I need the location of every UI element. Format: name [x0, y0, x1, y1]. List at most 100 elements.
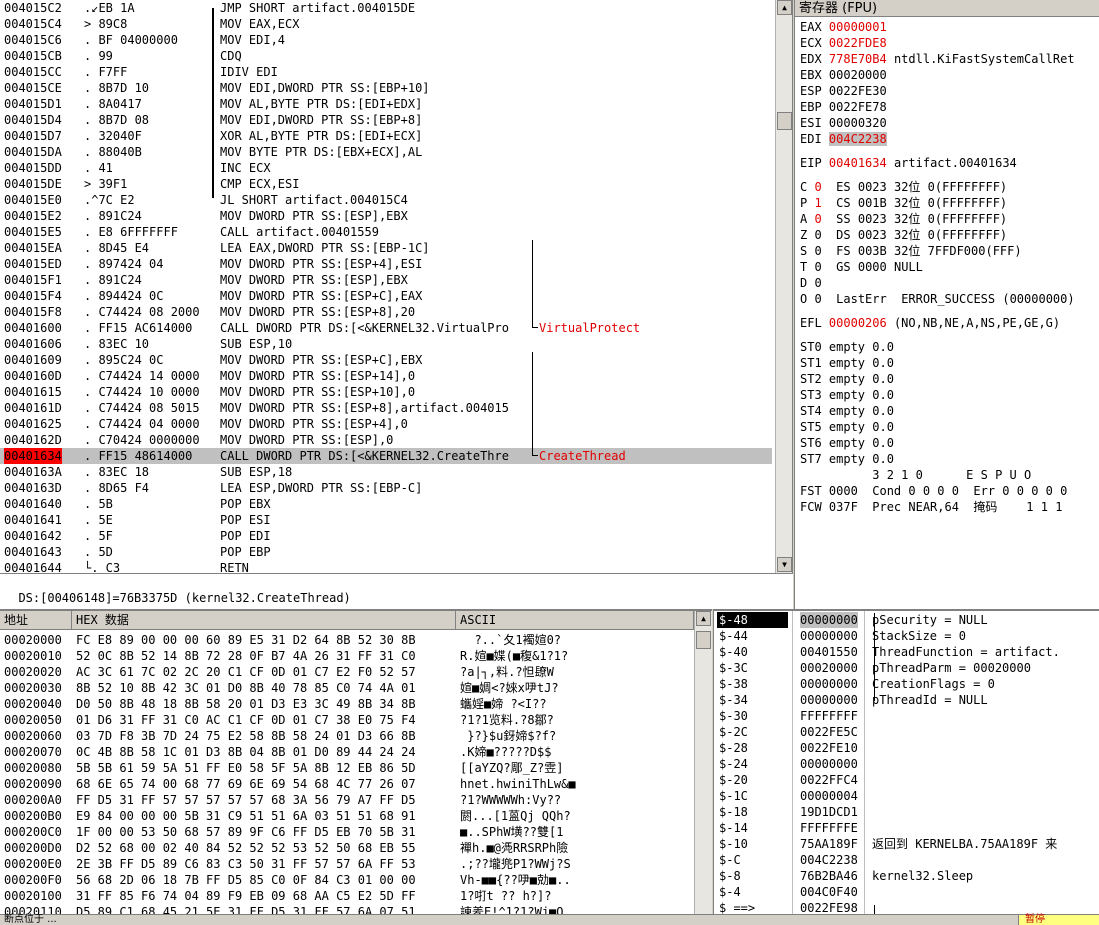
fpu-register-st0[interactable]: ST0 empty 0.0 [800, 339, 894, 355]
disasm-row[interactable]: 004015F4 . 894424 0C MOV DWORD PTR SS:[ESP… [0, 288, 772, 304]
fpu-control-word[interactable]: FCW 037F Prec NEAR,64 掩码 1 1 1 [800, 499, 1062, 515]
disasm-row[interactable]: 00401640 . 5B POP EBX [0, 496, 772, 512]
flag-segment-row[interactable]: S 0 FS 003B 32位 7FFDF000(FFF) [800, 243, 1022, 259]
stack-row[interactable]: $-18 19D1DCD1 [714, 804, 1099, 820]
scroll-thumb[interactable] [696, 631, 711, 649]
stack-row[interactable]: $-30 FFFFFFFF [714, 708, 1099, 724]
stack-row[interactable]: $-1C 00000004 [714, 788, 1099, 804]
disasm-row[interactable]: 004015CE . 8B7D 10 MOV EDI,DWORD PTR SS:[E… [0, 80, 772, 96]
fpu-register-st2[interactable]: ST2 empty 0.0 [800, 371, 894, 387]
fpu-register-st4[interactable]: ST4 empty 0.0 [800, 403, 894, 419]
fpu-register-st7[interactable]: ST7 empty 0.0 [800, 451, 894, 467]
stack-row[interactable]: $-10 75AA189F 返回到 KERNELBA.75AA189F 来 [714, 836, 1099, 852]
disasm-row[interactable]: 004015ED . 897424 04 MOV DWORD PTR SS:[ESP… [0, 256, 772, 272]
scroll-down-icon[interactable]: ▼ [777, 557, 792, 572]
stack-row[interactable]: $-14 FFFFFFFE [714, 820, 1099, 836]
stack-row[interactable]: $-C 004C2238 [714, 852, 1099, 868]
dump-header-ascii[interactable]: ASCII [456, 611, 694, 630]
register-efl[interactable]: EFL 00000206 (NO,NB,NE,A,NS,PE,GE,G) [800, 315, 1060, 331]
disasm-row[interactable]: 004015F1 . 891C24 MOV DWORD PTR SS:[ESP],E… [0, 272, 772, 288]
register-edx[interactable]: EDX 778E70B4 ntdll.KiFastSystemCallRet [800, 51, 1075, 67]
disasm-address: 00401606 [4, 337, 62, 351]
dump-header-address[interactable]: 地址 [0, 611, 72, 630]
disasm-row[interactable]: 0040161D . C74424 08 5015 MOV DWORD PTR SS… [0, 400, 772, 416]
disasm-row[interactable]: 004015C4 > 89C8 MOV EAX,ECX [0, 16, 772, 32]
fpu-register-st1[interactable]: ST1 empty 0.0 [800, 355, 894, 371]
register-eax[interactable]: EAX 00000001 [800, 19, 894, 35]
stack-row[interactable]: $-2C 0022FE5C [714, 724, 1099, 740]
disasm-row[interactable]: 00401641 . 5E POP ESI [0, 512, 772, 528]
disasm-row[interactable]: 00401644 └. C3 RETN [0, 560, 772, 573]
disasm-row[interactable]: 004015CC . F7FF IDIV EDI [0, 64, 772, 80]
disasm-row[interactable]: 00401615 . C74424 10 0000 MOV DWORD PTR SS… [0, 384, 772, 400]
memory-dump-pane[interactable]: 地址 HEX 数据 ASCII 00020000 FC E8 89 00 00 0… [0, 609, 712, 924]
stack-row[interactable]: $-44 00000000 StackSize = 0 [714, 628, 1099, 644]
stack-row[interactable]: $-40 00401550 ThreadFunction = artifact. [714, 644, 1099, 660]
flag-segment-row[interactable]: C 0 ES 0023 32位 0(FFFFFFFF) [800, 179, 1007, 195]
disasm-row[interactable]: 004015E2 . 891C24 MOV DWORD PTR SS:[ESP],E… [0, 208, 772, 224]
disasm-row[interactable]: 0040163D . 8D65 F4 LEA ESP,DWORD PTR SS:[E… [0, 480, 772, 496]
disasm-row[interactable]: 0040163A . 83EC 18 SUB ESP,18 [0, 464, 772, 480]
dump-scrollbar[interactable]: ▲ [694, 611, 712, 924]
disassembly-pane[interactable]: 004015C2 .↙EB 1A JMP SHORT artifact.004015… [0, 0, 793, 573]
flag-segment-row[interactable]: T 0 GS 0000 NULL [800, 259, 923, 275]
registers-title[interactable]: 寄存器 (FPU) [795, 0, 1099, 17]
stack-row[interactable]: $-20 0022FFC4 [714, 772, 1099, 788]
fpu-status-word[interactable]: FST 0000 Cond 0 0 0 0 Err 0 0 0 0 0 [800, 483, 1067, 499]
flag-segment-row[interactable]: A 0 SS 0023 32位 0(FFFFFFFF) [800, 211, 1007, 227]
disasm-row[interactable]: 00401634 . FF15 48614000 CALL DWORD PTR DS… [0, 448, 772, 464]
disasm-row[interactable]: 004015D1 . 8A0417 MOV AL,BYTE PTR DS:[EDI+… [0, 96, 772, 112]
disasm-row[interactable]: 004015D7 . 32040F XOR AL,BYTE PTR DS:[EDI+… [0, 128, 772, 144]
disasm-row[interactable]: 004015DA . 88040B MOV BYTE PTR DS:[EBX+ECX… [0, 144, 772, 160]
register-value: 004C2238 [828, 132, 887, 146]
scroll-up-icon[interactable]: ▲ [777, 0, 792, 15]
register-eip[interactable]: EIP 00401634 artifact.00401634 [800, 155, 1017, 171]
disasm-row[interactable]: 00401609 . 895C24 0C MOV DWORD PTR SS:[ESP… [0, 352, 772, 368]
flag-segment-row[interactable]: D 0 [800, 275, 851, 291]
disasm-row[interactable]: 004015DE > 39F1 CMP ECX,ESI [0, 176, 772, 192]
register-ebp[interactable]: EBP 0022FE78 [800, 99, 894, 115]
disassembly-scrollbar[interactable]: ▲ ▼ [775, 0, 792, 573]
disasm-row[interactable]: 0040160D . C74424 14 0000 MOV DWORD PTR SS… [0, 368, 772, 384]
dump-header-hex[interactable]: HEX 数据 [72, 611, 456, 630]
disasm-row[interactable]: 004015DD . 41 INC ECX [0, 160, 772, 176]
disasm-row[interactable]: 00401625 . C74424 04 0000 MOV DWORD PTR SS… [0, 416, 772, 432]
stack-row[interactable]: $-4 004C0F40 [714, 884, 1099, 900]
stack-row[interactable]: $-38 00000000 CreationFlags = 0 [714, 676, 1099, 692]
register-ecx[interactable]: ECX 0022FDE8 [800, 35, 894, 51]
disasm-row[interactable]: 004015F8 . C74424 08 2000 MOV DWORD PTR SS… [0, 304, 772, 320]
flag-segment-row[interactable]: P 1 CS 001B 32位 0(FFFFFFFF) [800, 195, 1007, 211]
register-edi[interactable]: EDI 004C2238 [800, 131, 894, 147]
stack-row[interactable]: $-8 76B2BA46 kernel32.Sleep [714, 868, 1099, 884]
disasm-row[interactable]: 004015EA . 8D45 E4 LEA EAX,DWORD PTR SS:[E… [0, 240, 772, 256]
register-esp[interactable]: ESP 0022FE30 [800, 83, 894, 99]
stack-row[interactable]: $-3C 00020000 pThreadParm = 00020000 [714, 660, 1099, 676]
disasm-row[interactable]: 004015E5 . E8 6FFFFFFF CALL artifact.00401… [0, 224, 772, 240]
fpu-bit-header[interactable]: 3 2 1 0 E S P U O [800, 467, 1031, 483]
fpu-register-st3[interactable]: ST3 empty 0.0 [800, 387, 894, 403]
stack-row[interactable]: $-34 00000000 pThreadId = NULL [714, 692, 1099, 708]
disasm-row[interactable]: 004015C6 . BF 04000000 MOV EDI,4 [0, 32, 772, 48]
stack-row[interactable]: $-28 0022FE10 [714, 740, 1099, 756]
disasm-row[interactable]: 00401643 . 5D POP EBP [0, 544, 772, 560]
register-ebx[interactable]: EBX 00020000 [800, 67, 894, 83]
fpu-register-st6[interactable]: ST6 empty 0.0 [800, 435, 894, 451]
disasm-row[interactable]: 004015C2 .↙EB 1A JMP SHORT artifact.004015… [0, 0, 772, 16]
registers-pane[interactable]: 寄存器 (FPU) EAX 00000001 ECX 0022FDE8 EDX … [794, 0, 1099, 609]
disasm-row[interactable]: 00401600 . FF15 AC614000 CALL DWORD PTR DS… [0, 320, 772, 336]
stack-row[interactable]: $-48 00000000 pSecurity = NULL [714, 612, 1099, 628]
disasm-row[interactable]: 00401606 . 83EC 10 SUB ESP,10 [0, 336, 772, 352]
stack-row[interactable]: $-24 00000000 [714, 756, 1099, 772]
disasm-row[interactable]: 004015E0 .^7C E2 JL SHORT artifact.004015C… [0, 192, 772, 208]
fpu-register-st5[interactable]: ST5 empty 0.0 [800, 419, 894, 435]
scroll-up-icon[interactable]: ▲ [696, 611, 711, 626]
flag-segment-row[interactable]: O 0 LastErr ERROR_SUCCESS (00000000) [800, 291, 1075, 307]
disasm-row[interactable]: 004015D4 . 8B7D 08 MOV EDI,DWORD PTR SS:[E… [0, 112, 772, 128]
disasm-row[interactable]: 00401642 . 5F POP EDI [0, 528, 772, 544]
flag-segment-row[interactable]: Z 0 DS 0023 32位 0(FFFFFFFF) [800, 227, 1007, 243]
register-esi[interactable]: ESI 00000320 [800, 115, 894, 131]
disasm-row[interactable]: 004015CB . 99 CDQ [0, 48, 772, 64]
scroll-thumb[interactable] [777, 112, 792, 130]
stack-pane[interactable]: $-48 00000000 pSecurity = NULL $-44 00000000… [713, 609, 1099, 924]
disasm-row[interactable]: 0040162D . C70424 0000000 MOV DWORD PTR SS… [0, 432, 772, 448]
